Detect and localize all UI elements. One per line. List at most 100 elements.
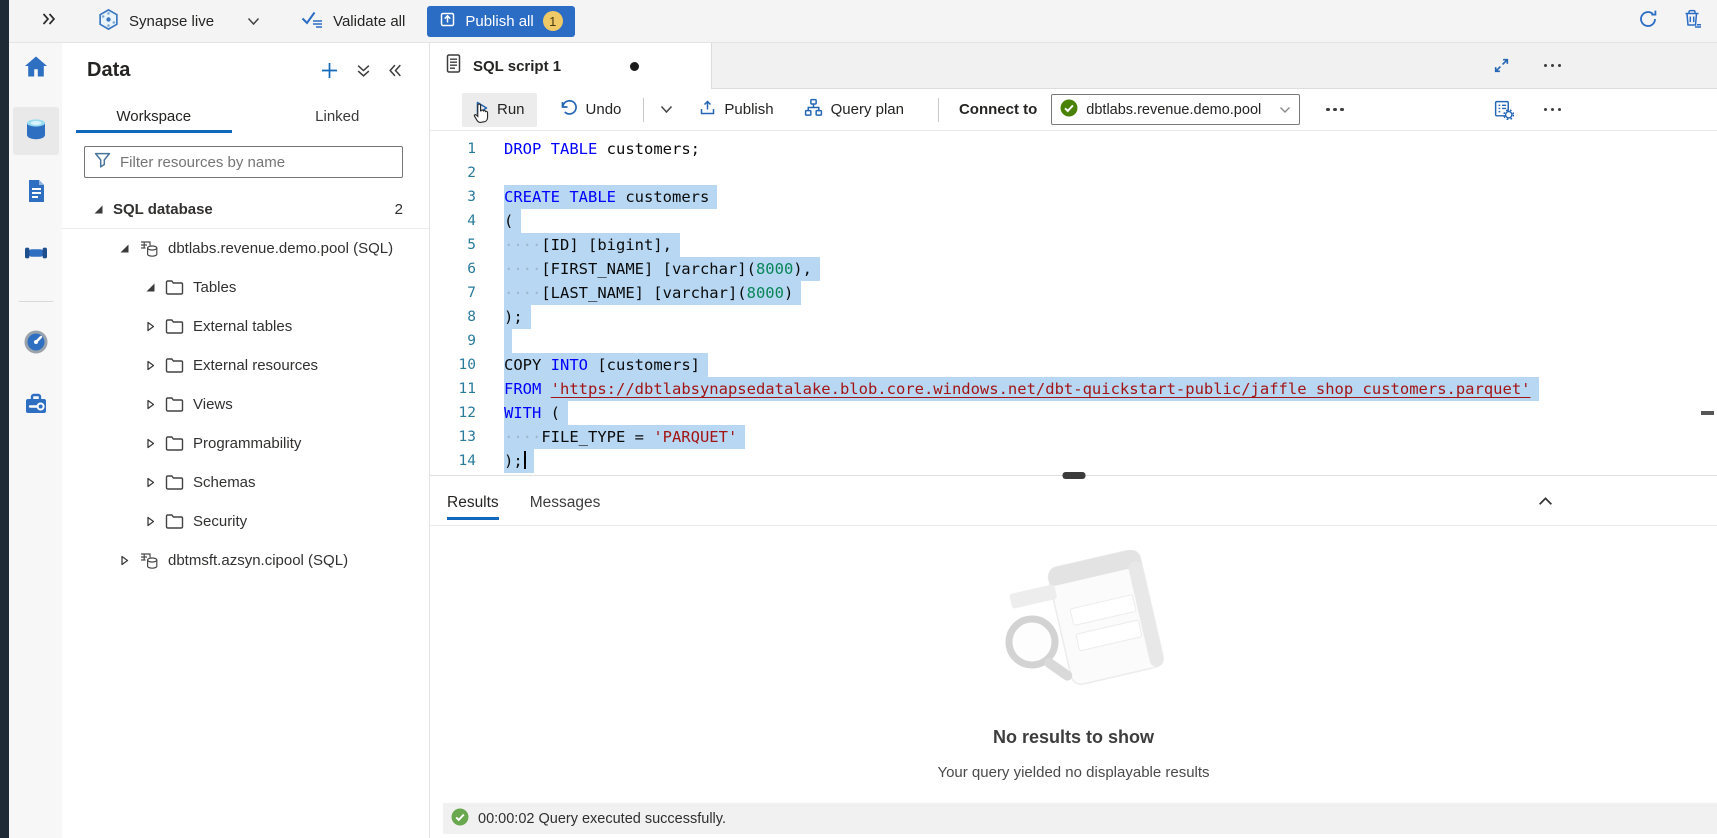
code-line-content[interactable]: COPY INTO [customers] — [504, 353, 708, 377]
tree-item-dbtmsft-azsyn-cipool-sql[interactable]: dbtmsft.azsyn.cipool (SQL) — [62, 541, 429, 580]
chevron-down-icon — [660, 101, 673, 118]
code-line-content[interactable]: ); — [504, 449, 534, 473]
line-number[interactable]: 13 — [430, 425, 476, 449]
code-line[interactable]: 1 DROP TABLE customers; — [430, 137, 1717, 161]
line-number[interactable]: 2 — [430, 161, 476, 185]
code-line-content[interactable]: ····[LAST_NAME] [varchar](8000) — [504, 281, 801, 305]
tree-item-schemas[interactable]: Schemas — [62, 463, 429, 502]
line-number[interactable]: 12 — [430, 401, 476, 425]
code-line-content[interactable]: ····[FIRST_NAME] [varchar](8000), — [504, 257, 820, 281]
collapsed-twisty-icon[interactable] — [118, 555, 130, 566]
tab-workspace[interactable]: Workspace — [62, 99, 246, 133]
tree-item-security[interactable]: Security — [62, 502, 429, 541]
refresh-button[interactable] — [1633, 6, 1663, 36]
activity-item-manage[interactable] — [13, 382, 59, 430]
tree-item-external-tables[interactable]: External tables — [62, 307, 429, 346]
tab-messages[interactable]: Messages — [530, 480, 601, 525]
collapsed-twisty-icon[interactable] — [144, 438, 156, 449]
code-line[interactable]: 10 COPY INTO [customers] — [430, 353, 1717, 377]
editor-results-sash[interactable] — [430, 475, 1717, 480]
collapsed-twisty-icon[interactable] — [144, 399, 156, 410]
line-number[interactable]: 6 — [430, 257, 476, 281]
collapsed-twisty-icon[interactable] — [144, 360, 156, 371]
code-line[interactable]: 5 ····[ID] [bigint], — [430, 233, 1717, 257]
tree-item-tables[interactable]: Tables — [62, 268, 429, 307]
tree-item-programmability[interactable]: Programmability — [62, 424, 429, 463]
code-line[interactable]: 9 — [430, 329, 1717, 353]
sql-code-editor[interactable]: 1 DROP TABLE customers; 23 CREATE TABLE cus… — [430, 131, 1717, 475]
publish-button[interactable]: Publish — [687, 92, 785, 127]
code-line-content[interactable]: ( — [504, 209, 521, 233]
tree-item-sql-database[interactable]: SQL database2 — [62, 190, 429, 229]
code-line[interactable]: 13 ····FILE_TYPE = 'PARQUET' — [430, 425, 1717, 449]
synapse-live-dropdown[interactable]: Synapse live — [97, 8, 260, 35]
collapse-results-button[interactable] — [1537, 494, 1554, 512]
tree-item-dbtlabs-revenue-demo-pool-sql[interactable]: dbtlabs.revenue.demo.pool (SQL) — [62, 229, 429, 268]
expanded-twisty-icon[interactable] — [144, 282, 156, 293]
line-number[interactable]: 9 — [430, 329, 476, 353]
tab-linked[interactable]: Linked — [246, 99, 430, 133]
editor-more-actions-button[interactable] — [1536, 100, 1570, 120]
line-number[interactable]: 14 — [430, 449, 476, 473]
collapsed-twisty-icon[interactable] — [144, 516, 156, 527]
code-line-content[interactable]: CREATE TABLE customers — [504, 185, 717, 209]
activity-item-data[interactable] — [13, 107, 59, 155]
collapsed-twisty-icon[interactable] — [144, 477, 156, 488]
code-line-content[interactable]: FROM 'https://dbtlabsynapsedatalake.blob… — [504, 377, 1539, 401]
code-line[interactable]: 3 CREATE TABLE customers — [430, 185, 1717, 209]
script-properties-button[interactable] — [1493, 99, 1514, 120]
run-options-chevron-button[interactable] — [654, 95, 679, 124]
discard-all-button[interactable] — [1677, 6, 1707, 36]
undo-button[interactable]: Undo — [547, 92, 634, 128]
tree-item-external-resources[interactable]: External resources — [62, 346, 429, 385]
validate-all-button[interactable]: Validate all — [300, 9, 405, 33]
code-line[interactable]: 12 WITH ( — [430, 401, 1717, 425]
line-number[interactable]: 7 — [430, 281, 476, 305]
code-line-content[interactable]: WITH ( — [504, 401, 568, 425]
code-line-content[interactable]: ····FILE_TYPE = 'PARQUET' — [504, 425, 745, 449]
line-number[interactable]: 1 — [430, 137, 476, 161]
home-icon — [22, 53, 50, 86]
activity-item-develop[interactable] — [13, 169, 59, 217]
code-line-content[interactable] — [504, 329, 512, 353]
activity-item-monitor[interactable] — [13, 320, 59, 368]
toolbar-more-button[interactable] — [1318, 100, 1352, 120]
expanded-twisty-icon[interactable] — [92, 204, 104, 215]
code-line-content[interactable]: DROP TABLE customers; — [504, 137, 700, 161]
code-line[interactable]: 2 — [430, 161, 1717, 185]
collapse-all-button[interactable] — [356, 63, 371, 78]
code-line[interactable]: 6 ····[FIRST_NAME] [varchar](8000), — [430, 257, 1717, 281]
code-line[interactable]: 4( — [430, 209, 1717, 233]
add-resource-button[interactable] — [320, 61, 339, 80]
activity-item-integrate[interactable] — [13, 231, 59, 279]
code-line[interactable]: 8); — [430, 305, 1717, 329]
line-number[interactable]: 11 — [430, 377, 476, 401]
filter-resources-input[interactable] — [120, 154, 393, 171]
query-plan-button[interactable]: Query plan — [792, 91, 916, 128]
line-number[interactable]: 10 — [430, 353, 476, 377]
expanded-twisty-icon[interactable] — [118, 243, 130, 254]
code-line[interactable]: 7 ····[LAST_NAME] [varchar](8000) — [430, 281, 1717, 305]
tab-sql-script-1[interactable]: SQL script 1 — [430, 43, 712, 89]
activity-item-home[interactable] — [13, 45, 59, 93]
line-number[interactable]: 3 — [430, 185, 476, 209]
tab-results[interactable]: Results — [447, 480, 499, 525]
expand-editor-button[interactable] — [1493, 57, 1510, 74]
publish-all-button[interactable]: Publish all 1 — [427, 6, 574, 37]
code-line[interactable]: 11 FROM 'https://dbtlabsynapsedatalake.bl… — [430, 377, 1717, 401]
code-line-content[interactable]: ····[ID] [bigint], — [504, 233, 680, 257]
tree-item-views[interactable]: Views — [62, 385, 429, 424]
code-line[interactable]: 14); — [430, 449, 1717, 473]
expand-panel-button[interactable] — [37, 12, 61, 31]
connect-to-pool-dropdown[interactable]: dbtlabs.revenue.demo.pool — [1051, 94, 1300, 125]
line-number[interactable]: 5 — [430, 233, 476, 257]
collapsed-twisty-icon[interactable] — [144, 321, 156, 332]
results-panel-resize-handle[interactable] — [1062, 472, 1085, 479]
code-line-content[interactable]: ); — [504, 305, 531, 329]
line-number[interactable]: 4 — [430, 209, 476, 233]
collapse-panel-button[interactable] — [388, 63, 403, 78]
synapse-logo-icon — [97, 8, 120, 35]
line-number[interactable]: 8 — [430, 305, 476, 329]
tab-more-actions-button[interactable] — [1536, 56, 1570, 76]
monitor-icon — [22, 328, 50, 361]
